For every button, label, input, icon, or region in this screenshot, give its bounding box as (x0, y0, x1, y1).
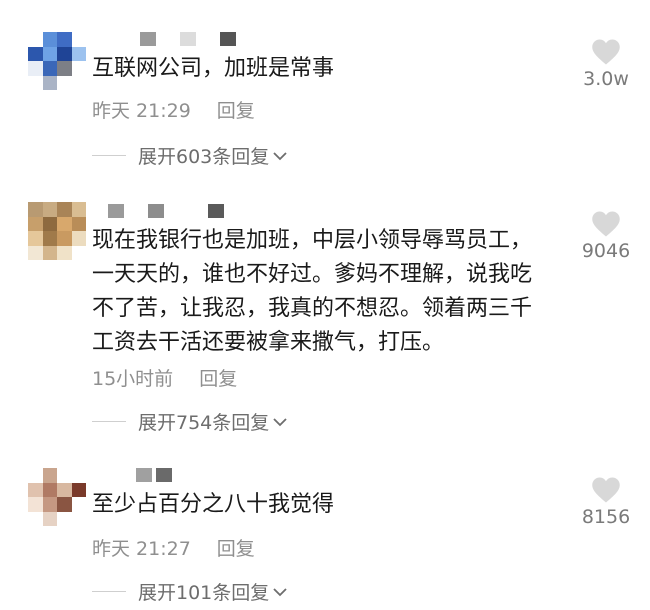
comment-text: 互联网公司，加班是常事 (92, 56, 335, 81)
divider-line (92, 591, 126, 592)
username-blurred[interactable] (108, 204, 224, 218)
comment-meta: 昨天 21:27 回复 (92, 534, 255, 561)
avatar[interactable] (28, 32, 86, 90)
comment-list: 互联网公司，加班是常事 昨天 21:29 回复 3.0w 展开603条回复 现在… (0, 0, 650, 610)
expand-replies-button[interactable]: 展开603条回复 (92, 142, 287, 169)
like-button[interactable]: 9046 (576, 210, 636, 262)
comment-item: 至少占百分之八十我觉得 昨天 21:27 回复 8156 展开101条回复 (0, 462, 650, 610)
expand-replies-label: 展开603条回复 (138, 146, 270, 168)
heart-icon (592, 39, 620, 65)
expand-replies-button[interactable]: 展开101条回复 (92, 578, 287, 605)
username-blurred[interactable] (140, 32, 236, 46)
divider-line (92, 421, 126, 422)
reply-button[interactable]: 回复 (217, 534, 255, 561)
expand-replies-label: 展开101条回复 (138, 582, 270, 604)
comment-item: 互联网公司，加班是常事 昨天 21:29 回复 3.0w 展开603条回复 (0, 0, 650, 180)
comment-text: 现在我银行也是加班，中层小领导辱骂员工， 一天天的，谁也不好过。爹妈不理解，说我… (92, 228, 533, 355)
comment-time: 15小时前 (92, 368, 174, 390)
comment-time: 昨天 21:27 (92, 538, 191, 560)
avatar[interactable] (28, 468, 86, 526)
avatar[interactable] (28, 202, 86, 260)
chevron-down-icon (273, 417, 287, 426)
heart-icon (592, 211, 620, 237)
like-button[interactable]: 3.0w (576, 38, 636, 90)
comment-time: 昨天 21:29 (92, 100, 191, 122)
expand-replies-button[interactable]: 展开754条回复 (92, 408, 287, 435)
reply-button[interactable]: 回复 (217, 96, 255, 123)
like-count: 3.0w (583, 68, 629, 90)
expand-replies-label: 展开754条回复 (138, 412, 270, 434)
comment-meta: 昨天 21:29 回复 (92, 96, 255, 123)
like-count: 8156 (581, 506, 631, 528)
comment-text: 至少占百分之八十我觉得 (92, 492, 335, 517)
like-button[interactable]: 8156 (576, 476, 636, 528)
username-blurred[interactable] (116, 468, 172, 482)
comment-item: 现在我银行也是加班，中层小领导辱骂员工， 一天天的，谁也不好过。爹妈不理解，说我… (0, 200, 650, 440)
chevron-down-icon (273, 151, 287, 160)
heart-icon (592, 477, 620, 503)
like-count: 9046 (581, 240, 631, 262)
divider-line (92, 155, 126, 156)
reply-button[interactable]: 回复 (199, 364, 237, 391)
chevron-down-icon (273, 587, 287, 596)
comment-meta: 15小时前 回复 (92, 364, 237, 391)
